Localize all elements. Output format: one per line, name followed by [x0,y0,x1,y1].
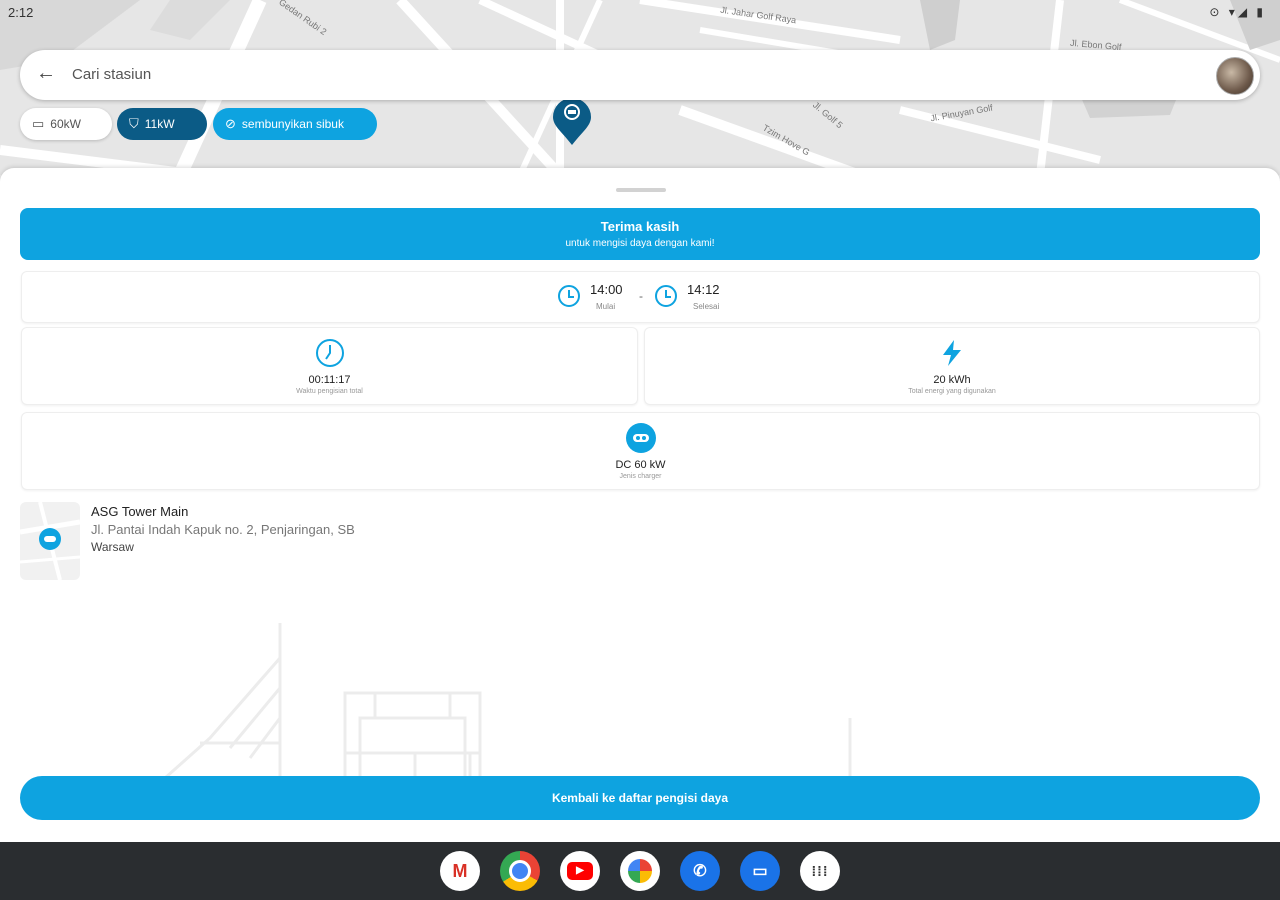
filter-chip-label: 11kW [144,117,175,131]
station-city: Warsaw [91,540,134,554]
end-time-label: Selesai [693,302,720,311]
filter-chip-hide-busy[interactable]: ⊘ sembunyikan sibuk [213,108,377,140]
duration-card: 00:11:17 Waktu pengisian total [21,327,638,405]
charger-pin-icon [553,98,591,145]
status-time: 2:12 [8,5,34,20]
filter-chip-label: sembunyikan sibuk [241,117,344,131]
timer-icon [315,339,344,367]
gmail-icon[interactable]: M [440,851,480,891]
station-map-pin[interactable] [552,98,592,146]
back-to-charger-list-button[interactable]: Kembali ke daftar pengisi daya [20,776,1260,820]
banner-subtitle: untuk mengisi daya dengan kami! [565,238,715,249]
duration-value: 00:11:17 [308,374,351,386]
socket-icon: ⛉ [129,116,139,131]
chrome-icon[interactable] [500,851,540,891]
end-time-value: 14:12 [687,282,720,297]
app-drawer-icon[interactable]: ⁞⁞⁞ [800,851,840,891]
end-time: 14:12 Selesai [655,282,735,314]
connector-card: DC 60 kW Jenis charger [21,412,1260,490]
sheet-drag-handle[interactable] [616,188,666,192]
start-time-value: 14:00 [590,282,623,297]
station-name: ASG Tower Main [91,504,189,519]
photos-icon[interactable] [620,851,660,891]
search-input[interactable]: Cari stasiun [72,66,151,83]
banner-title: Terima kasih [600,219,680,234]
clock-icon [655,285,677,307]
station-info[interactable]: ASG Tower Main Jl. Pantai Indah Kapuk no… [20,502,720,582]
thank-you-banner: Terima kasih untuk mengisi daya dengan k… [20,208,1260,260]
phone-icon[interactable]: ✆ [680,851,720,891]
status-bar: 2:12 ⊙ ▾◢ ▮ [0,0,1280,26]
clock-icon [558,285,580,307]
connector-icon: ▭ [32,116,45,131]
start-time-label: Mulai [596,302,616,311]
time-separator: - [639,289,643,303]
session-times-card: 14:00 Mulai - 14:12 Selesai [21,271,1260,323]
lightning-bolt-icon [943,340,961,366]
connector-value: DC 60 kW [615,459,666,471]
charger-connector-icon [625,423,656,453]
filter-chip-11kw[interactable]: ⛉ 11kW [117,108,207,140]
connector-label: Jenis charger [619,473,662,480]
energy-label: Total energi yang digunakan [908,388,996,395]
energy-value: 20 kWh [933,374,971,386]
start-time: 14:00 Mulai [558,282,638,314]
station-map-thumbnail [20,502,80,580]
status-icons: ⊙ ▾◢ ▮ [1209,5,1266,19]
filter-chip-label: 60kW [50,117,81,131]
youtube-icon[interactable]: ▶ [560,851,600,891]
map-thumbnail-icon [20,502,80,580]
app-dock: M ▶ ✆ ▭ ⁞⁞⁞ [0,842,1280,900]
station-address: Jl. Pantai Indah Kapuk no. 2, Penjaringa… [91,522,355,537]
back-arrow-icon[interactable]: ← [34,61,58,85]
duration-label: Waktu pengisian total [296,388,363,395]
search-bar[interactable]: ← Cari stasiun [20,50,1260,100]
energy-card: 20 kWh Total energi yang digunakan [644,327,1260,405]
filter-chip-60kw[interactable]: ▭ 60kW [20,108,112,140]
messages-icon[interactable]: ▭ [740,851,780,891]
avatar[interactable] [1216,57,1254,95]
city-skyline-illustration [164,623,852,778]
eye-off-icon: ⊘ [225,116,236,131]
session-summary-sheet: Terima kasih untuk mengisi daya dengan k… [0,168,1280,842]
